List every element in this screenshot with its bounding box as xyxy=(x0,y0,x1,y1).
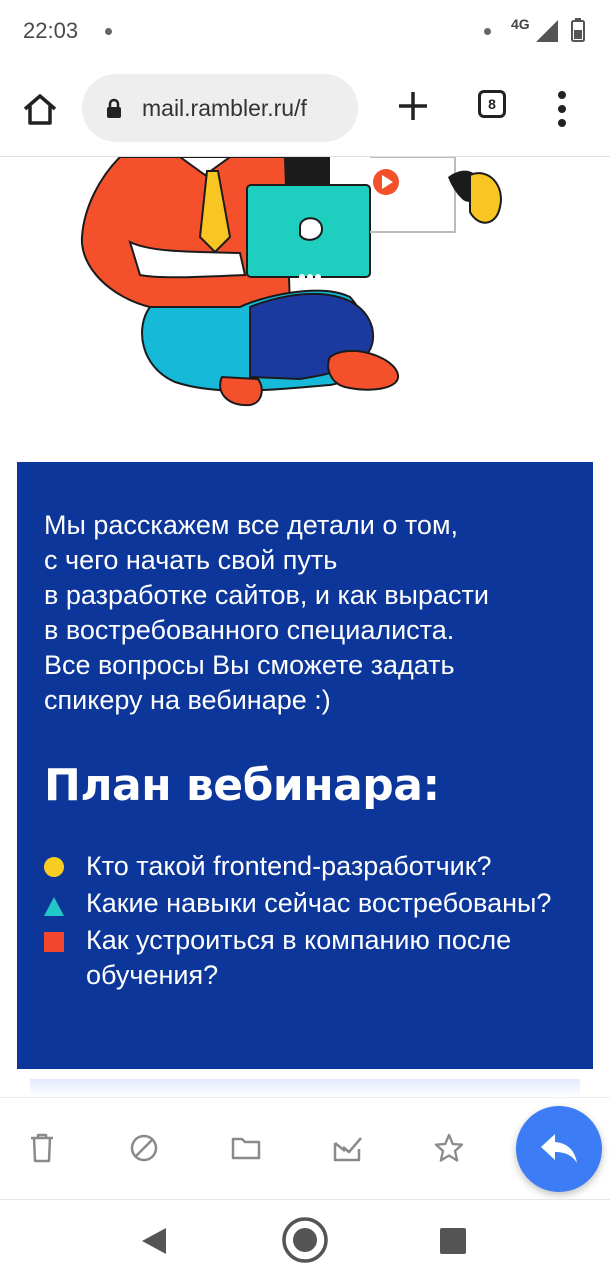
yellow-circle-bullet-icon xyxy=(44,857,64,877)
more-menu-icon[interactable] xyxy=(552,90,572,128)
system-navigation-bar xyxy=(0,1199,610,1281)
mark-read-icon[interactable] xyxy=(331,1131,365,1165)
reply-button[interactable] xyxy=(516,1106,602,1192)
network-type: 4G xyxy=(511,16,530,32)
star-icon[interactable] xyxy=(432,1131,466,1165)
browser-toolbar: mail.rambler.ru/f 8 xyxy=(0,62,610,157)
plan-item: Какие навыки сейчас востребованы? xyxy=(44,886,574,921)
home-icon[interactable] xyxy=(281,1216,329,1264)
email-content[interactable]: Мы расскажем все детали о том, с чего на… xyxy=(0,157,610,1097)
teal-triangle-bullet-icon xyxy=(44,897,64,916)
new-tab-icon[interactable] xyxy=(396,89,430,123)
battery-icon xyxy=(571,18,585,42)
intro-text: Мы расскажем все детали о том, с чего на… xyxy=(44,510,489,715)
plan-item-text: Как устроиться в компанию после обучения… xyxy=(86,925,512,990)
plan-item-text: Какие навыки сейчас востребованы? xyxy=(86,888,552,918)
status-bar: 22:03 4G xyxy=(0,0,610,62)
webinar-promo-block: Мы расскажем все детали о том, с чего на… xyxy=(17,462,593,1069)
next-section-shadow xyxy=(30,1079,580,1097)
lock-icon xyxy=(107,98,121,118)
trash-icon[interactable] xyxy=(25,1131,59,1165)
plan-item-text: Кто такой frontend-разработчик? xyxy=(86,851,492,881)
notification-dot-icon xyxy=(484,28,491,35)
notification-dot-icon xyxy=(105,28,112,35)
red-square-bullet-icon xyxy=(44,932,64,952)
status-time: 22:03 xyxy=(23,18,79,43)
folder-icon[interactable] xyxy=(229,1131,263,1165)
back-icon[interactable] xyxy=(140,1226,168,1256)
url-text: mail.rambler.ru/f xyxy=(142,95,307,121)
mail-action-bar xyxy=(0,1097,610,1200)
plan-title: План вебинара: xyxy=(44,760,440,811)
developer-illustration xyxy=(80,157,502,407)
plan-item: Как устроиться в компанию после обучения… xyxy=(44,923,574,993)
plan-list: Кто такой frontend-разработчик? Какие на… xyxy=(44,849,574,995)
signal-icon xyxy=(536,20,558,42)
url-fade xyxy=(328,74,358,142)
reply-icon xyxy=(541,1134,577,1163)
address-bar[interactable]: mail.rambler.ru/f xyxy=(82,74,358,142)
home-icon[interactable] xyxy=(20,90,60,130)
plan-item: Кто такой frontend-разработчик? xyxy=(44,849,574,884)
recent-apps-icon[interactable] xyxy=(440,1228,466,1254)
tab-switcher-button[interactable]: 8 xyxy=(478,90,506,118)
spam-icon[interactable] xyxy=(127,1131,161,1165)
